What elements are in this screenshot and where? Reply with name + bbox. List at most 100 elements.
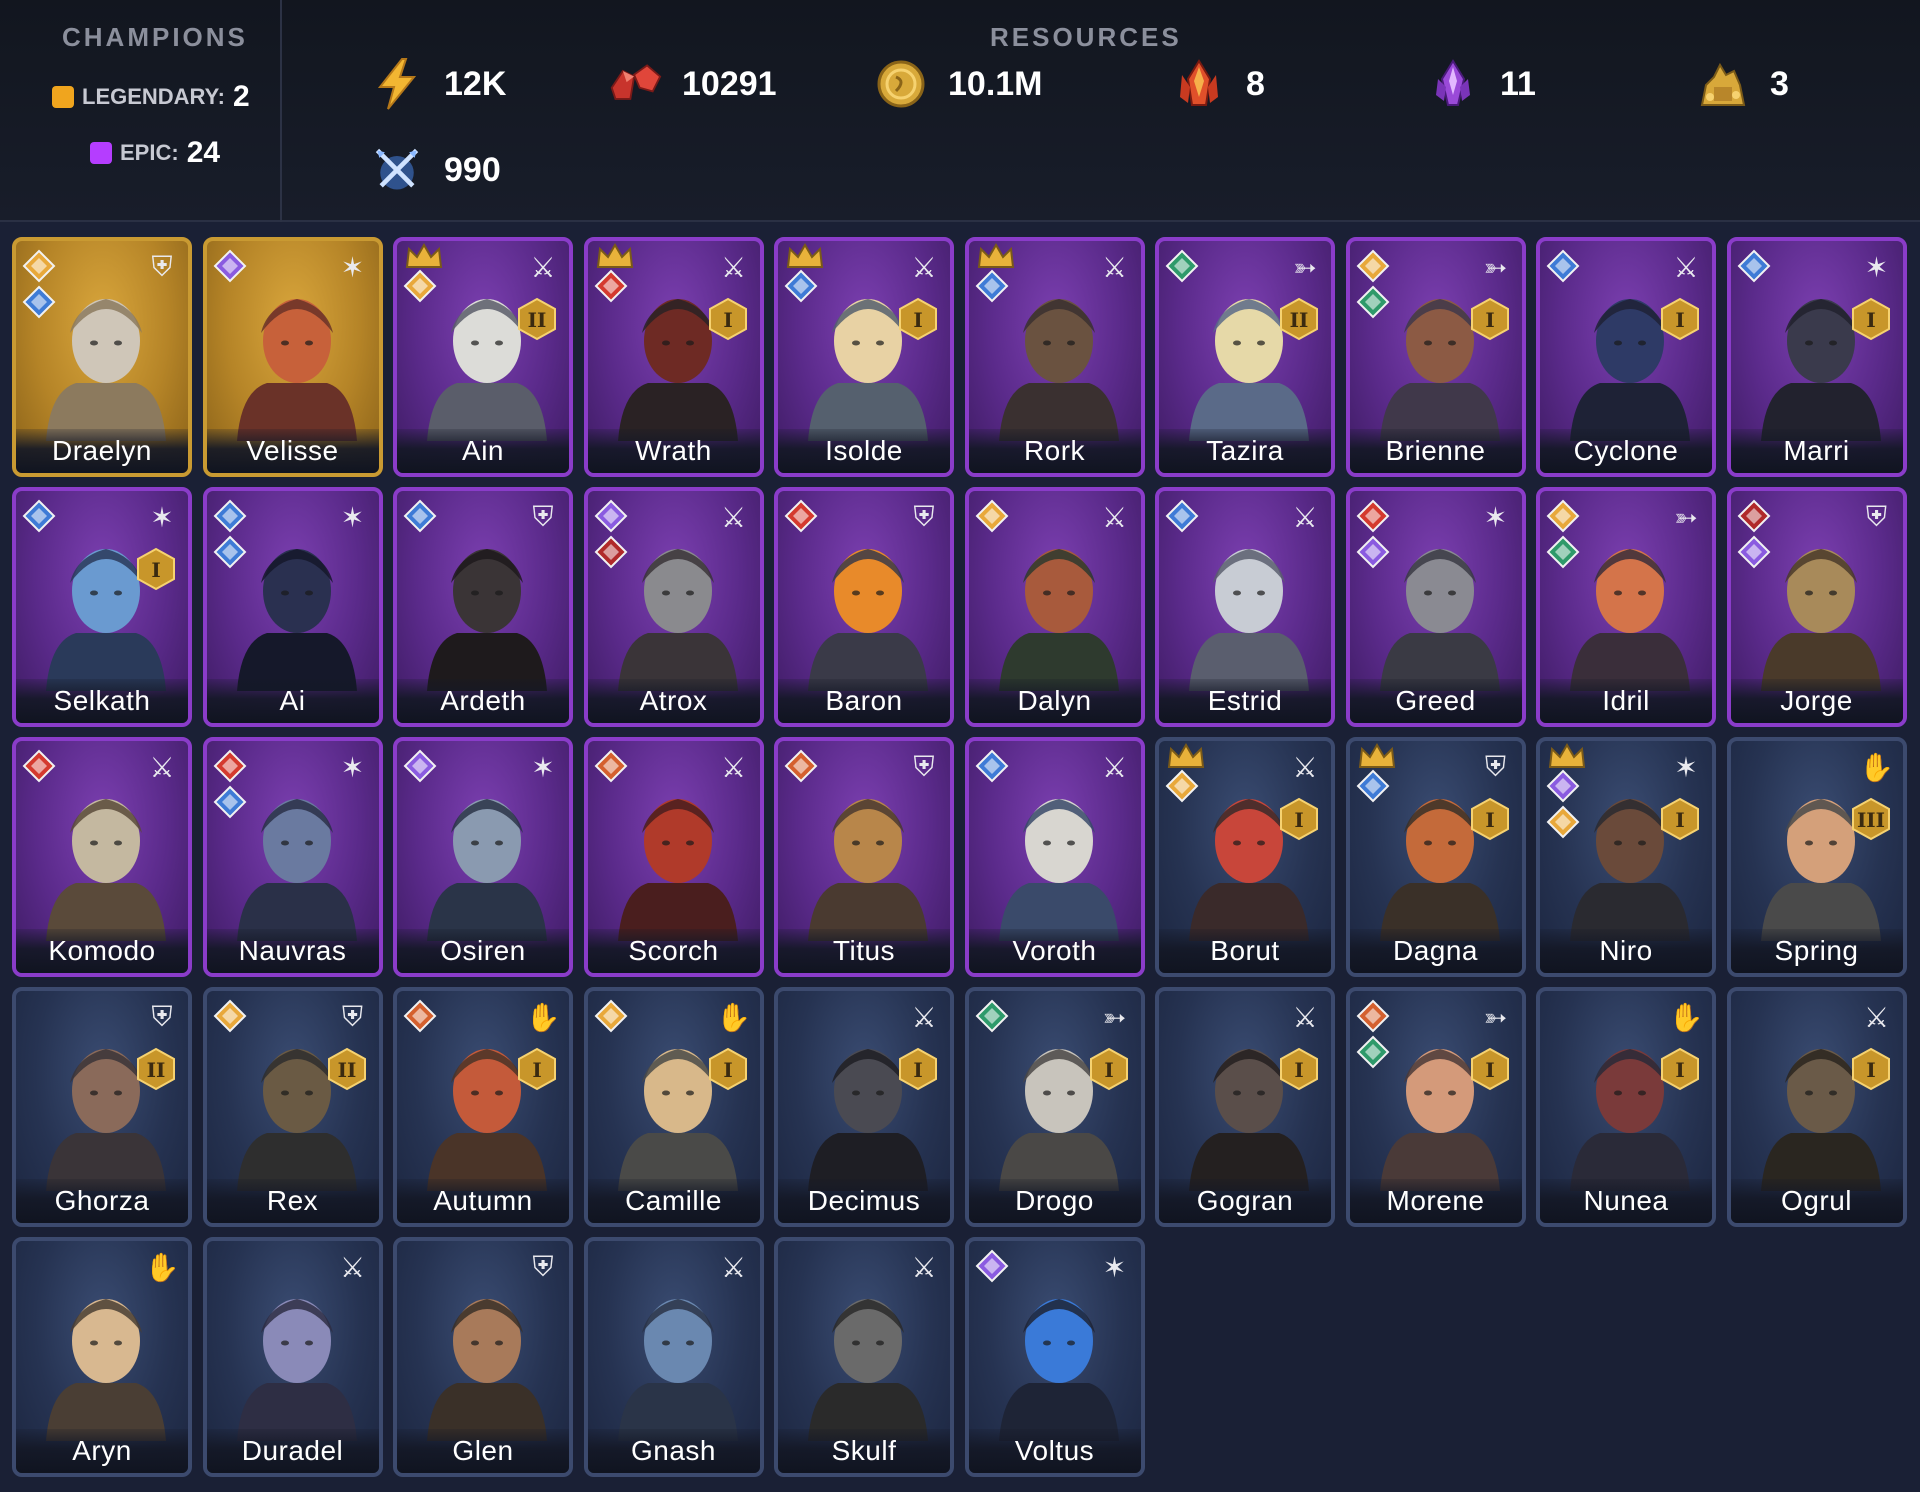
resource-fire-crystal[interactable]: 8 (1172, 54, 1265, 114)
champion-card[interactable]: ⚔ I Ogrul (1726, 987, 1907, 1227)
champion-card[interactable]: ⛨ Titus (774, 737, 954, 977)
crown-icon (596, 243, 633, 268)
affinity-icon (1546, 499, 1580, 533)
champion-card[interactable]: ⛨ Ardeth (393, 487, 573, 727)
champion-card[interactable]: ➳ I Drogo (964, 987, 1145, 1227)
champion-card[interactable]: ✶ Voltus (964, 1237, 1145, 1477)
fire-crystal-icon (1172, 57, 1226, 111)
champion-card[interactable]: ✋ I Nunea (1536, 987, 1716, 1227)
champion-card[interactable]: ⚔ Estrid (1155, 487, 1335, 727)
champion-card[interactable]: ⚔ II Ain (393, 237, 573, 477)
svg-text:I: I (1675, 308, 1684, 332)
champion-card[interactable]: ⛨ I Dagna (1345, 737, 1526, 977)
champion-card[interactable]: ✶ Ai (202, 487, 383, 727)
champion-card[interactable]: ⚔ Scorch (583, 737, 764, 977)
staff-role-icon: ✶ (1102, 1251, 1127, 1283)
champion-name: Cyclone (1540, 429, 1712, 473)
champion-portrait (808, 549, 928, 691)
champion-card[interactable]: ⛨ Jorge (1726, 487, 1907, 727)
champion-card[interactable]: ⚔ Voroth (964, 737, 1145, 977)
svg-text:II: II (337, 1058, 356, 1082)
ascension-badge-icon: I (899, 1047, 937, 1091)
champion-portrait (1189, 549, 1309, 691)
hands-role-icon: ✋ (1859, 751, 1894, 783)
resource-energy[interactable]: 12K (370, 54, 506, 114)
champion-card[interactable]: ⛨ Baron (774, 487, 954, 727)
rubies-value: 10291 (682, 64, 777, 103)
champion-card[interactable]: ⚔ I Decimus (774, 987, 954, 1227)
champion-card[interactable]: ⚔ Gnash (583, 1237, 764, 1477)
champion-card[interactable]: ⚔ I Cyclone (1536, 237, 1716, 477)
champion-card[interactable]: ➳ Idril (1536, 487, 1716, 727)
sword-role-icon: ⚔ (1673, 251, 1699, 283)
svg-text:I: I (1104, 1058, 1113, 1082)
resource-void-crystal[interactable]: 11 (1426, 54, 1536, 114)
affinity-icon (784, 749, 818, 783)
champion-card[interactable]: ⚔ Duradel (202, 1237, 383, 1477)
affinity-icon (784, 269, 818, 303)
champion-card[interactable]: ✶ Velisse (202, 237, 383, 477)
resource-rubies[interactable]: 10291 (608, 54, 777, 114)
ascension-badge-icon: I (1661, 797, 1699, 841)
champion-card[interactable]: ✶ I Marri (1726, 237, 1907, 477)
champion-card[interactable]: ⚔ Skulf (774, 1237, 954, 1477)
ascension-badge-icon: I (1280, 797, 1318, 841)
champion-card[interactable]: ✋ Aryn (12, 1237, 192, 1477)
champion-card[interactable]: ✶ I Selkath (12, 487, 192, 727)
sword-role-icon: ⚔ (149, 751, 175, 783)
lightning-icon (370, 57, 424, 111)
ruby-icon (608, 57, 662, 111)
champion-card[interactable]: ⚔ Komodo (12, 737, 192, 977)
affinity-icon (213, 249, 246, 283)
champion-portrait (617, 1299, 738, 1441)
champion-card[interactable]: ⚔ I Wrath (583, 237, 764, 477)
champion-name: Ai (206, 679, 379, 723)
champion-card[interactable]: ➳ I Morene (1345, 987, 1526, 1227)
sword-role-icon: ⚔ (911, 251, 937, 283)
champion-card[interactable]: ⛨ II Ghorza (12, 987, 192, 1227)
champion-portrait (1570, 549, 1690, 691)
affinity-icon (213, 749, 246, 783)
champion-card[interactable]: ⚔ I Isolde (774, 237, 954, 477)
champion-portrait (617, 549, 738, 691)
champion-card[interactable]: ⛨ II Rex (202, 987, 383, 1227)
champion-card[interactable]: ➳ II Tazira (1155, 237, 1335, 477)
sword-role-icon: ⚔ (720, 1251, 747, 1283)
champion-card[interactable]: ✶ Osiren (393, 737, 573, 977)
champion-name: Baron (778, 679, 950, 723)
champion-card[interactable]: ✋ III Spring (1726, 737, 1907, 977)
sword-role-icon: ⚔ (720, 751, 747, 783)
champion-card[interactable]: ✶ Nauvras (202, 737, 383, 977)
svg-text:I: I (532, 1058, 541, 1082)
ascension-badge-icon: II (137, 1047, 175, 1091)
ascension-badge-icon: I (1280, 1047, 1318, 1091)
affinity-icon (1165, 769, 1199, 803)
champion-card[interactable]: ⚔ I Gogran (1155, 987, 1335, 1227)
champion-card[interactable]: ✶ Greed (1345, 487, 1526, 727)
affinity-icon (1737, 499, 1770, 533)
affinity-icon (975, 499, 1008, 533)
champion-card[interactable]: ✋ I Camille (583, 987, 764, 1227)
sword-role-icon: ⚔ (911, 1251, 937, 1283)
sword-role-icon: ⚔ (720, 501, 747, 533)
affinity-icon (975, 269, 1008, 303)
champion-portrait (46, 799, 166, 941)
ascension-badge-icon: I (1089, 1047, 1128, 1091)
champion-card[interactable]: ⚔ Dalyn (964, 487, 1145, 727)
ascension-badge-icon: I (1661, 297, 1699, 341)
resource-arena-tokens[interactable]: 990 (370, 140, 501, 200)
resource-gold[interactable]: 10.1M (874, 54, 1043, 114)
sword-role-icon: ⚔ (1292, 1001, 1318, 1033)
champion-name: Morene (1349, 1179, 1522, 1223)
champion-card[interactable]: ⚔ Rork (964, 237, 1145, 477)
champion-card[interactable]: ➳ I Brienne (1345, 237, 1526, 477)
champion-card[interactable]: ✶ I Niro (1536, 737, 1716, 977)
champion-card[interactable]: ⚔ I Borut (1155, 737, 1335, 977)
champion-card[interactable]: ✋ I Autumn (393, 987, 573, 1227)
epic-label: EPIC: (120, 140, 179, 165)
champion-card[interactable]: ⛨ Draelyn (12, 237, 192, 477)
epic-dot-icon (90, 142, 112, 164)
champion-card[interactable]: ⛨ Glen (393, 1237, 573, 1477)
champion-card[interactable]: ⚔ Atrox (583, 487, 764, 727)
resource-treasure[interactable]: 3 (1696, 54, 1789, 114)
